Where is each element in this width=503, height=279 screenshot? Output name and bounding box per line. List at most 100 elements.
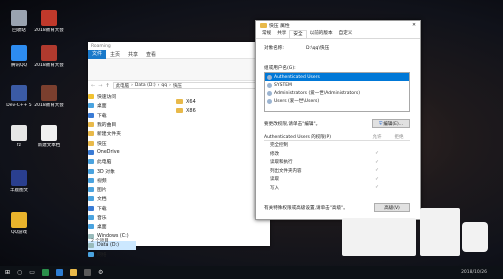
tab-sharing[interactable]: 共享 (274, 30, 289, 38)
desktop-icon[interactable]: 2018教育大会 (34, 85, 64, 109)
edit-hint: 要更改权限,请单击"编辑"。 (264, 122, 321, 127)
folder-icon (176, 108, 183, 113)
browser-icon[interactable] (41, 269, 49, 276)
desktop-icon[interactable]: 回收站 (4, 10, 34, 34)
sidebar-item-label: 我的曲目 (97, 123, 117, 129)
sidebar-item[interactable]: 3D 对象 (88, 166, 136, 175)
desktop-icon-label: Dev-C++ 5 (6, 103, 32, 108)
sidebar-item[interactable]: 图片 (88, 185, 136, 194)
ribbon-tab-file[interactable]: 文件 (88, 49, 107, 59)
desktop-icon-label: 2018教育大会 (34, 28, 64, 33)
explorer-title-bar[interactable]: Roaming (88, 42, 270, 50)
sidebar-item-label: 3D 对象 (97, 169, 115, 175)
sidebar-item[interactable]: 快速访问 (88, 92, 136, 101)
list-item[interactable]: Administrators (爱一世\Administrators) (265, 89, 409, 97)
app-icon (41, 10, 57, 26)
desktop-icon[interactable]: fz (4, 125, 34, 149)
advanced-button[interactable]: 高级(V) (374, 203, 410, 212)
tab-security[interactable]: 安全 (289, 30, 307, 38)
up-arrow-icon[interactable]: ↑ (105, 83, 109, 89)
sidebar-item[interactable]: 视频 (88, 176, 136, 185)
path-segment[interactable]: Data (D:) (135, 83, 156, 88)
search-icon[interactable]: ○ (17, 269, 22, 276)
tab-previous-versions[interactable]: 以前的版本 (307, 30, 336, 38)
permission-row: 列出文件夹内容 ✓ (264, 167, 410, 176)
desktop-icon-label: 2018教育大会 (34, 63, 64, 68)
desktop-icon-label: 回收站 (12, 28, 26, 33)
nav-icon (88, 224, 94, 230)
list-item[interactable]: X86 (140, 106, 270, 115)
app-icon (11, 85, 27, 101)
address-bar[interactable]: 此电脑 › Data (D:) › qq › 快压 (112, 82, 267, 89)
path-segment[interactable]: 此电脑 (116, 83, 130, 89)
ribbon-tab-home[interactable]: 主页 (106, 51, 124, 58)
nav-icon (88, 177, 94, 183)
sidebar-item[interactable]: OneDrive (88, 148, 136, 157)
folder-icon[interactable] (69, 269, 77, 276)
path-segment[interactable]: qq (161, 83, 167, 88)
start-icon[interactable]: ⊞ (5, 269, 10, 276)
desktop-icon[interactable]: 腾讯QQ (4, 45, 34, 69)
folder-icon (176, 99, 183, 104)
sidebar-item-label: 快压 (97, 141, 107, 147)
edge-icon[interactable] (55, 269, 63, 276)
nav-icon (88, 140, 94, 146)
file-list: X64 X86 (140, 97, 270, 236)
allow-check-icon: ✓ (375, 159, 379, 165)
sidebar-item[interactable]: 快压 (88, 138, 136, 147)
sidebar-item[interactable]: 桌面 (88, 222, 136, 231)
task-view-icon[interactable]: ▭ (29, 269, 35, 276)
sidebar-item[interactable]: 新建文件夹 (88, 129, 136, 138)
tab-general[interactable]: 常规 (259, 30, 274, 38)
tab-customize[interactable]: 自定义 (336, 30, 356, 38)
nav-icon (88, 187, 94, 193)
back-arrow-icon[interactable]: ← (91, 83, 95, 89)
permission-name: 修改 (270, 151, 279, 157)
list-item[interactable]: Users (爱一世\Users) (265, 97, 409, 105)
app-icon (11, 45, 27, 61)
ribbon-tab-view[interactable]: 查看 (142, 51, 160, 58)
close-icon[interactable]: ✕ (408, 23, 420, 28)
dialog-title-bar[interactable]: 快压 属性 ✕ (256, 21, 420, 30)
permission-name: 写入 (270, 185, 279, 191)
desktop-icon[interactable]: 2018教育大会 (34, 45, 64, 69)
desktop-icon-label: 2018教育大会 (34, 103, 64, 108)
sidebar-item-label: OneDrive (97, 149, 120, 155)
sidebar-item[interactable]: 我的曲目 (88, 120, 136, 129)
sidebar-item[interactable]: 此电脑 (88, 157, 136, 166)
item-name: X86 (186, 107, 196, 114)
allow-check-icon: ✓ (375, 185, 379, 191)
deny-header: 拒绝 (394, 134, 404, 140)
desktop-icon[interactable]: 2018教育大会 (34, 10, 64, 34)
sidebar-item[interactable]: 桌面 (88, 101, 136, 110)
gear-icon[interactable]: ⚙ (98, 269, 103, 276)
nav-icon (88, 131, 94, 137)
navigation-pane: 快速访问 桌面 下载 我的曲目 新建文件夹 快压 OneDrive 此电脑 3D 对象 视频 图片文… (88, 92, 136, 258)
desktop-icon[interactable]: Dev-C++ 5 (4, 85, 34, 109)
app-icon (41, 45, 57, 61)
nav-icon (88, 205, 94, 211)
ribbon-tab-share[interactable]: 共享 (124, 51, 142, 58)
sidebar-item[interactable]: 下载 (88, 111, 136, 120)
path-segment[interactable]: 快压 (173, 83, 182, 89)
list-item[interactable]: X64 (140, 97, 270, 106)
item-name: X64 (186, 98, 196, 105)
sidebar-item-label: 图片 (97, 188, 107, 194)
list-item[interactable]: SYSTEM (265, 81, 409, 89)
folder-icon (260, 23, 267, 28)
list-item[interactable]: Authenticated Users (265, 73, 409, 81)
desktop-icon[interactable]: QQ游戏 (4, 212, 34, 236)
nav-icon (88, 94, 94, 100)
forward-arrow-icon[interactable]: → (98, 83, 102, 89)
desktop-icon[interactable]: 新建文本档 (34, 125, 64, 149)
edit-button[interactable]: ⛨ 编辑(E)... (372, 119, 410, 128)
store-icon[interactable] (83, 269, 91, 276)
group-label: 组或用户名(G): (264, 66, 296, 71)
sidebar-item[interactable]: 网络 (88, 250, 136, 259)
user-list: Authenticated Users SYSTEM Administrator… (264, 72, 410, 112)
explorer-title: Roaming (91, 43, 111, 49)
sidebar-item[interactable]: 文档 (88, 194, 136, 203)
sidebar-item[interactable]: 音乐 (88, 213, 136, 222)
sidebar-item[interactable]: 下载 (88, 204, 136, 213)
desktop-icon[interactable]: 丰鹿图文 (4, 170, 34, 194)
